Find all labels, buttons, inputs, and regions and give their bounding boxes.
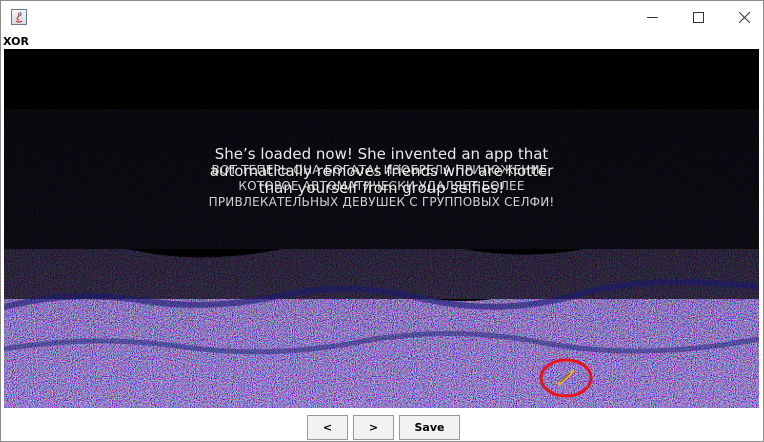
maximize-button[interactable] (675, 1, 721, 33)
mode-label: XOR (3, 35, 29, 48)
previous-button[interactable]: < (307, 415, 348, 440)
caption-russian-line: КОТОРОЕ АВТОМАТИЧЕСКИ УДАЛЯЕТ БОЛЕЕ (238, 179, 525, 193)
caption-english-line: She’s loaded now! She invented an app th… (214, 145, 549, 163)
java-app-icon (11, 9, 27, 25)
caption-russian: ВОТ ТЕПЕРЬ ОНА БОГАТА! ИЗОБРЕЛА ПРИЛОЖЕН… (4, 163, 759, 209)
app-window: XOR She’s loaded now! She invented an ap… (0, 0, 764, 442)
close-icon (738, 11, 750, 23)
close-button[interactable] (721, 1, 764, 33)
minimize-button[interactable] (629, 1, 675, 33)
caption-russian-line: ПРИВЛЕКАТЕЛЬНЫХ ДЕВУШЕК С ГРУППОВЫХ СЕЛФ… (208, 195, 555, 209)
next-button[interactable]: > (353, 415, 394, 440)
save-button[interactable]: Save (399, 415, 460, 440)
maximize-icon (692, 11, 704, 23)
minimize-icon (646, 16, 658, 18)
image-view: She’s loaded now! She invented an app th… (4, 49, 759, 408)
xor-image-canvas (4, 49, 759, 408)
header-bar: XOR (1, 33, 763, 49)
title-bar[interactable] (1, 1, 763, 33)
caption-russian-line: ВОТ ТЕПЕРЬ ОНА БОГАТА! ИЗОБРЕЛА ПРИЛОЖЕН… (211, 163, 552, 177)
footer-toolbar: < > Save (1, 408, 763, 441)
